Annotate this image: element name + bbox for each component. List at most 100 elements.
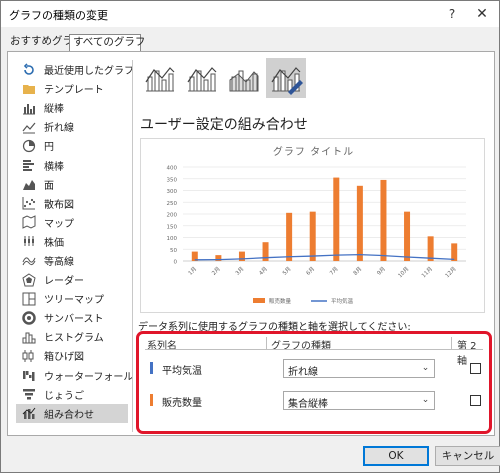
bar <box>427 236 434 261</box>
funnel-icon <box>22 387 36 401</box>
change-chart-type-dialog: グラフの種類の変更 ? ✕ おすすめグラフ すべてのグラフ 最近使用したグラフテ… <box>0 0 500 473</box>
series-row: 平均気温 折れ線 ⌄ <box>145 359 483 379</box>
close-button[interactable]: ✕ <box>471 4 493 24</box>
y-tick-label: 150 <box>167 224 178 230</box>
sidebar-item[interactable]: 箱ひげ図 <box>16 346 128 365</box>
bar <box>309 211 316 261</box>
y-tick-label: 400 <box>167 166 178 172</box>
sidebar-item[interactable]: 組み合わせ <box>16 403 128 423</box>
folder-icon <box>22 82 36 96</box>
sidebar-item-label: 面 <box>44 180 54 192</box>
sidebar-item[interactable]: 最近使用したグラフ <box>16 60 134 79</box>
y-tick-label: 300 <box>167 189 178 195</box>
all-charts-panel: 最近使用したグラフ テンプレート 縦棒折れ線円横棒面散布図マップ株価等高線レーダーツ… <box>7 51 495 436</box>
y-tick-label: 0 <box>174 260 178 266</box>
series-chart-type-select[interactable]: 折れ線 ⌄ <box>283 359 435 378</box>
header-divider <box>145 349 483 350</box>
sidebar-item[interactable]: じょうご <box>16 385 128 404</box>
chevron-down-icon[interactable]: ⌄ <box>417 392 434 409</box>
series-chart-type-select[interactable]: 集合縦棒 ⌄ <box>283 391 435 410</box>
sidebar-item-label: 組み合わせ <box>44 409 94 421</box>
recent-icon <box>22 62 36 77</box>
chart-category-list: 最近使用したグラフ テンプレート 縦棒折れ線円横棒面散布図マップ株価等高線レーダーツ… <box>16 60 134 423</box>
chevron-down-icon[interactable]: ⌄ <box>417 360 434 377</box>
sidebar-item[interactable]: ウォーターフォール <box>16 366 133 385</box>
sidebar-item[interactable]: ツリーマップ <box>16 289 128 308</box>
sidebar-item[interactable]: テンプレート <box>16 79 128 98</box>
x-tick-label: 6月 <box>305 265 316 276</box>
series-row: 販売数量 集合縦棒 ⌄ <box>145 391 483 411</box>
sidebar-item-label: サンバースト <box>44 314 104 326</box>
line-chart-icon <box>22 120 36 134</box>
sidebar-item-label: テンプレート <box>44 85 104 97</box>
series-line <box>194 254 455 261</box>
x-tick-label: 10月 <box>397 265 411 279</box>
help-button[interactable]: ? <box>441 4 463 24</box>
legend-label: 平均気温 <box>331 297 354 305</box>
legend-label: 販売数量 <box>269 297 292 305</box>
sidebar-item[interactable]: 散布図 <box>16 194 128 213</box>
tab-all-charts[interactable]: すべてのグラフ <box>69 34 145 51</box>
y-tick-label: 250 <box>167 201 178 207</box>
sidebar-item-label: ヒストグラム <box>44 333 104 345</box>
sidebar-item[interactable]: レーダー <box>16 270 128 289</box>
bar <box>451 243 458 261</box>
x-tick-label: 3月 <box>234 265 245 276</box>
sidebar-item-label: レーダー <box>44 276 84 288</box>
y-tick-label: 100 <box>167 236 178 242</box>
series-color-swatch <box>150 362 153 374</box>
sidebar-item-label: マップ <box>44 218 74 230</box>
sidebar-item[interactable]: 面 <box>16 175 128 194</box>
bar <box>286 212 293 261</box>
radar-chart-icon <box>22 272 36 287</box>
sidebar-item[interactable]: 折れ線 <box>16 117 128 136</box>
cancel-button[interactable]: キャンセル <box>435 446 500 466</box>
sidebar-item[interactable]: ヒストグラム <box>16 327 128 346</box>
column-chart-icon <box>22 101 36 115</box>
column-divider <box>266 337 267 349</box>
sidebar-item[interactable]: サンバースト <box>16 308 128 327</box>
stock-chart-icon <box>22 234 36 248</box>
tab-recommended-charts[interactable]: おすすめグラフ <box>7 34 84 51</box>
series-name: 販売数量 <box>162 398 202 409</box>
sidebar-item-label: ツリーマップ <box>44 295 104 307</box>
column-divider <box>451 337 452 349</box>
sidebar-item-label: 折れ線 <box>44 123 74 135</box>
ok-button[interactable]: OK <box>363 446 429 466</box>
sidebar-item[interactable]: 株価 <box>16 232 128 251</box>
chart-preview: グラフ タイトル 0 50 100 150 200 250 300 350 400 1月 2月 3月 4月… <box>140 138 485 313</box>
secondary-axis-checkbox[interactable] <box>470 395 481 406</box>
sunburst-icon <box>22 311 36 325</box>
secondary-axis-checkbox[interactable] <box>470 363 481 374</box>
sidebar-item-label: 横棒 <box>44 161 64 173</box>
bar <box>333 177 340 261</box>
custom-combination-icon[interactable] <box>266 58 306 98</box>
dialog-title: グラフの種類の変更 <box>9 9 108 22</box>
title-bar: グラフの種類の変更 ? ✕ <box>1 1 499 27</box>
clustered-column-line-icon[interactable] <box>140 58 180 98</box>
subtype-heading: ユーザー設定の組み合わせ <box>140 117 308 133</box>
y-tick-label: 350 <box>167 177 178 183</box>
sidebar-item[interactable]: 等高線 <box>16 251 128 270</box>
sidebar-item[interactable]: 円 <box>16 136 128 155</box>
y-tick-label: 200 <box>167 213 178 219</box>
sidebar-item-label: 散布図 <box>44 199 74 211</box>
sidebar-item[interactable]: 縦棒 <box>16 98 128 117</box>
sidebar-item-label: ウォーターフォール <box>44 371 134 383</box>
clustered-column-line-secondary-icon[interactable] <box>182 58 222 98</box>
x-tick-label: 2月 <box>210 265 221 276</box>
pie-chart-icon <box>22 139 36 153</box>
waterfall-icon <box>22 368 36 382</box>
scatter-chart-icon <box>22 196 36 210</box>
series-color-swatch <box>150 394 153 406</box>
sidebar-item-label: 株価 <box>44 237 64 249</box>
x-tick-label: 4月 <box>258 265 269 276</box>
sidebar-item[interactable]: 横棒 <box>16 155 128 174</box>
treemap-icon <box>22 292 36 306</box>
sidebar-item-label: 箱ひげ図 <box>44 352 84 364</box>
stacked-area-column-icon[interactable] <box>224 58 264 98</box>
bar-chart-icon <box>22 158 36 172</box>
sidebar-item-label: 最近使用したグラフ <box>44 66 134 78</box>
sidebar-item-label: 縦棒 <box>44 104 64 116</box>
sidebar-item[interactable]: マップ <box>16 213 128 232</box>
